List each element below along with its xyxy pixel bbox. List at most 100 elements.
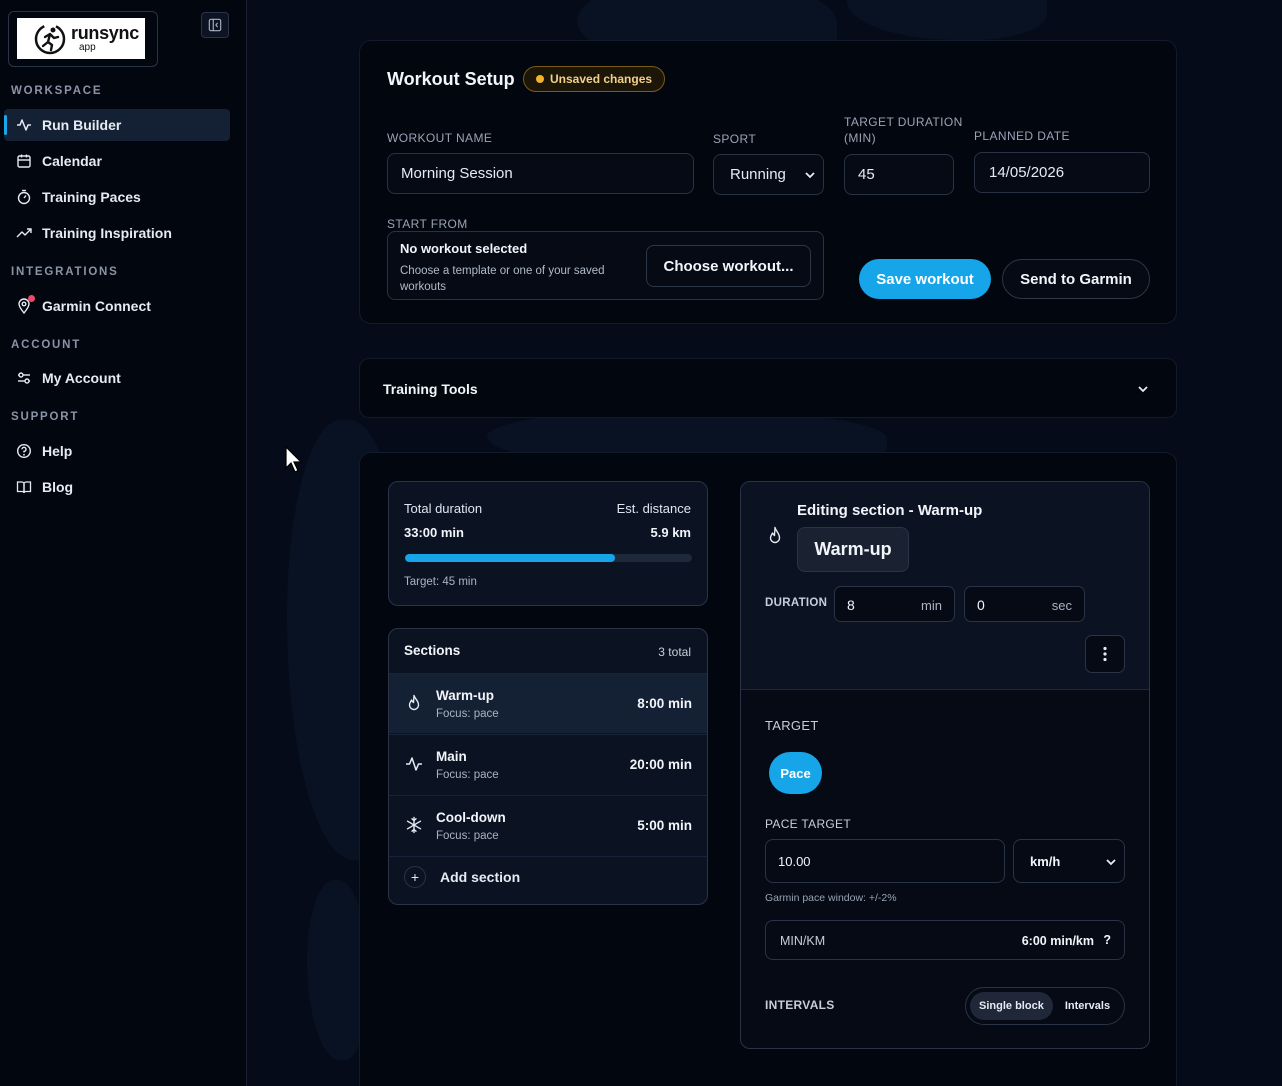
- add-section-label: Add section: [440, 869, 521, 885]
- training-tools-panel[interactable]: Training Tools: [359, 358, 1177, 418]
- sidebar-item-label: Garmin Connect: [42, 298, 151, 314]
- section-duration: 20:00 min: [629, 757, 692, 772]
- section-focus: Focus: pace: [436, 830, 499, 842]
- single-block-option[interactable]: Single block: [970, 992, 1053, 1020]
- sections-list: Sections 3 total Warm-up Focus: pace 8:0…: [388, 628, 708, 905]
- section-row-main[interactable]: Main Focus: pace 20:00 min: [389, 734, 707, 794]
- start-from-label: START FROM: [387, 217, 468, 231]
- planned-date-input[interactable]: 14/05/2026: [974, 152, 1150, 193]
- sections-count: 3 total: [658, 645, 691, 659]
- target-duration-input[interactable]: 45: [844, 154, 954, 195]
- flame-icon: [408, 694, 420, 711]
- calendar-icon: [16, 153, 32, 169]
- duration-minutes-input[interactable]: 8 min: [834, 586, 955, 622]
- sidebar-item-garmin-connect[interactable]: Garmin Connect: [4, 290, 230, 322]
- flame-icon: [769, 526, 781, 544]
- nav-heading-integrations: INTEGRATIONS: [11, 266, 119, 278]
- seconds-unit: sec: [1051, 598, 1072, 613]
- save-workout-button[interactable]: Save workout: [859, 259, 991, 299]
- min-per-km-value: 6:00 min/km: [1021, 934, 1094, 948]
- total-duration-value: 33:00 min: [404, 525, 464, 540]
- pace-window-hint: Garmin pace window: +/-2%: [765, 892, 897, 904]
- section-focus: Focus: pace: [436, 769, 499, 781]
- workout-name-input[interactable]: Morning Session: [387, 153, 694, 194]
- intervals-toggle: Single block Intervals: [965, 987, 1125, 1025]
- intervals-option[interactable]: Intervals: [1055, 992, 1120, 1020]
- app-logo[interactable]: runsync app: [8, 11, 158, 67]
- sport-select[interactable]: Running: [713, 154, 824, 195]
- brand-name: runsync: [71, 23, 139, 43]
- sidebar-item-run-builder[interactable]: Run Builder: [4, 109, 230, 141]
- section-name: Warm-up: [436, 688, 494, 703]
- min-per-km-label: MIN/KM: [780, 934, 826, 948]
- sidebar-item-label: Training Paces: [42, 189, 141, 205]
- workout-name-label: WORKOUT NAME: [387, 131, 493, 145]
- kebab-menu-icon: [1103, 646, 1107, 662]
- sidebar-item-label: Calendar: [42, 153, 102, 169]
- sidebar-item-help[interactable]: Help: [4, 435, 230, 467]
- duration-seconds-input[interactable]: 0 sec: [964, 586, 1085, 622]
- planned-date-label: PLANNED DATE: [974, 129, 1070, 143]
- minutes-value: 8: [847, 597, 855, 613]
- send-to-garmin-button[interactable]: Send to Garmin: [1002, 259, 1150, 299]
- editor-header: Editing section - Warm-up Warm-up DURATI…: [741, 482, 1149, 690]
- start-from-box: No workout selected Choose a template or…: [387, 231, 824, 300]
- logo-mark: runsync app: [17, 18, 145, 59]
- editor-heading: Editing section - Warm-up: [797, 502, 983, 519]
- setup-title: Workout Setup: [387, 69, 515, 89]
- panel-collapse-icon: [208, 18, 222, 32]
- timer-icon: [16, 189, 32, 205]
- help-tooltip-icon[interactable]: ?: [1103, 933, 1111, 947]
- sidebar-item-training-inspiration[interactable]: Training Inspiration: [4, 217, 230, 249]
- section-name: Main: [436, 749, 467, 764]
- logo-text: runsync app: [71, 24, 139, 53]
- pace-unit-value: km/h: [1030, 853, 1061, 869]
- add-section-button[interactable]: + Add section: [404, 866, 520, 888]
- pace-target-pill[interactable]: Pace: [769, 752, 822, 794]
- book-icon: [16, 479, 32, 495]
- progress-fill: [405, 554, 616, 562]
- min-per-km-readout: MIN/KM 6:00 min/km ?: [765, 920, 1125, 960]
- workout-builder-card: Total duration Est. distance 33:00 min 5…: [359, 452, 1177, 1086]
- sidebar-item-label: My Account: [42, 370, 121, 386]
- section-editor: Editing section - Warm-up Warm-up DURATI…: [740, 481, 1150, 1049]
- sport-value: Running: [730, 166, 786, 183]
- plus-icon: +: [404, 866, 426, 888]
- section-duration: 8:00 min: [637, 696, 692, 711]
- activity-icon: [406, 757, 422, 771]
- est-distance-label: Est. distance: [616, 501, 691, 516]
- minutes-unit: min: [921, 598, 942, 613]
- section-name-chip[interactable]: Warm-up: [797, 527, 909, 572]
- duration-progress-bar: [405, 554, 692, 562]
- activity-icon: [16, 117, 32, 133]
- start-title: No workout selected: [400, 241, 528, 256]
- collapse-sidebar-button[interactable]: [201, 12, 229, 38]
- sidebar-item-calendar[interactable]: Calendar: [4, 145, 230, 177]
- start-subtitle: Choose a template or one of your saved w…: [400, 265, 605, 293]
- pace-value-input[interactable]: 10.00: [765, 839, 1005, 883]
- sidebar-item-label: Run Builder: [42, 117, 122, 133]
- sidebar: runsync app WORKSPACE Run Builder Calend…: [0, 0, 247, 1086]
- sidebar-item-my-account[interactable]: My Account: [4, 362, 230, 394]
- more-options-button[interactable]: [1085, 635, 1125, 673]
- pace-unit-select[interactable]: km/h: [1013, 839, 1125, 883]
- section-row-warm-up[interactable]: Warm-up Focus: pace 8:00 min: [389, 673, 707, 733]
- sidebar-item-label: Help: [42, 443, 73, 459]
- sliders-icon: [16, 370, 32, 386]
- chevron-down-icon: [1138, 386, 1148, 393]
- nav-heading-account: ACCOUNT: [11, 339, 82, 351]
- sidebar-item-blog[interactable]: Blog: [4, 471, 230, 503]
- intervals-label: INTERVALS: [765, 998, 835, 1012]
- trending-up-icon: [16, 225, 32, 241]
- choose-workout-button[interactable]: Choose workout...: [646, 245, 811, 287]
- mouse-cursor-icon: [285, 446, 303, 473]
- section-row-cool-down[interactable]: Cool-down Focus: pace 5:00 min: [389, 795, 707, 855]
- seconds-value: 0: [977, 597, 985, 613]
- workout-setup-card: Workout Setup Unsaved changes WORKOUT NA…: [359, 40, 1177, 324]
- sidebar-item-training-paces[interactable]: Training Paces: [4, 181, 230, 213]
- pace-target-label: PACE TARGET: [765, 817, 851, 831]
- unsaved-changes-badge: Unsaved changes: [523, 66, 666, 92]
- chevron-down-icon: [805, 172, 815, 179]
- chevron-down-icon: [1106, 859, 1116, 866]
- nav-heading-support: SUPPORT: [11, 411, 80, 423]
